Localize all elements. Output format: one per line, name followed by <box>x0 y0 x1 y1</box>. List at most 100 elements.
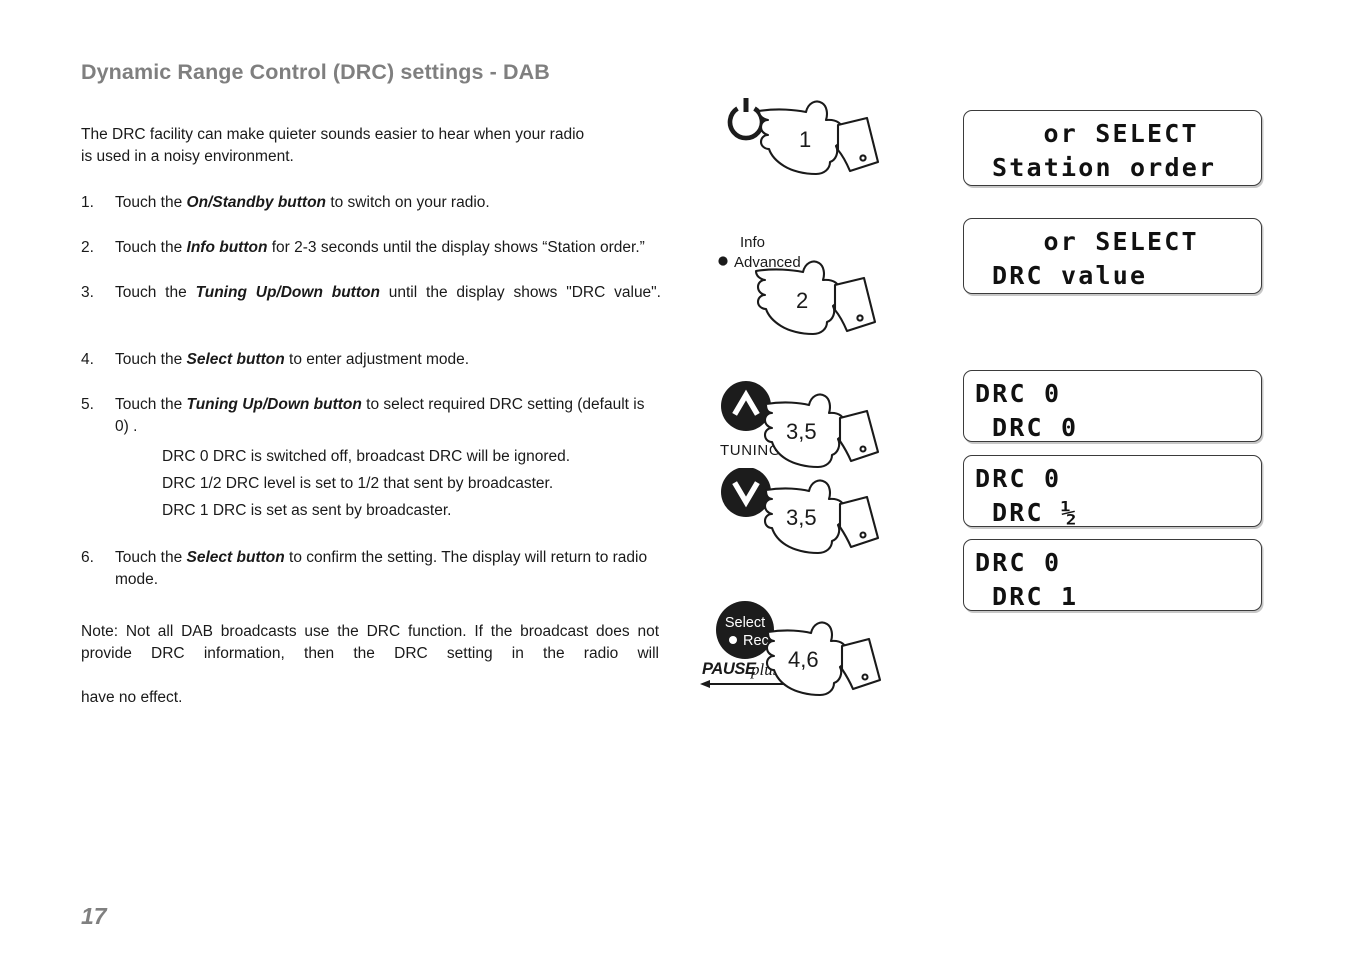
step-bold-2: Info button <box>186 239 268 256</box>
record-dot-icon <box>718 256 728 266</box>
tuning-up-button[interactable] <box>721 381 771 431</box>
step-bold-1: On/Standby button <box>186 194 327 211</box>
step-pre-2: Touch the <box>115 239 187 256</box>
step-item-2: 2. Touch the Info button for 2-3 seconds… <box>81 237 661 259</box>
lcd-display-station-order: or SELECT Station order <box>963 110 1262 186</box>
rec-button-label: Rec <box>743 633 769 649</box>
lcd-line-2: Station order <box>975 151 1250 185</box>
step-bold-4: Select button <box>186 351 285 368</box>
drc-option-list: DRC 0 DRC is switched off, broadcast DRC… <box>115 443 661 524</box>
left-arrow-glyph <box>975 268 992 285</box>
page-number: 17 <box>81 903 107 929</box>
step-item-3: 3. Touch the Tuning Up/Down button until… <box>81 282 661 326</box>
lcd-display-drc-value: or SELECT DRC value <box>963 218 1262 294</box>
lcd-line-1: or SELECT <box>975 117 1250 151</box>
hand-pointing-illustration: 3,5 <box>721 468 880 555</box>
step-number-5: 5. <box>81 396 94 413</box>
step-number-badge: 3,5 <box>786 505 817 530</box>
page-title: Dynamic Range Control (DRC) settings - D… <box>81 60 550 84</box>
left-arrow-icon <box>700 680 788 688</box>
step-item-6: 6. Touch the Select button to confirm th… <box>81 547 661 591</box>
drc-option-0: DRC 0 DRC is switched off, broadcast DRC… <box>162 448 571 465</box>
lcd-line-2: DRC ½ <box>975 496 1250 527</box>
step-number-6: 6. <box>81 549 94 566</box>
step-number-badge: 4,6 <box>788 647 819 672</box>
left-arrow-glyph <box>975 505 992 522</box>
hand-pointing-illustration: TUNING 3,5 <box>720 381 880 469</box>
power-icon <box>727 98 765 141</box>
lcd-line-2-text: DRC value <box>992 261 1148 290</box>
lcd-line-1: DRC 0 <box>975 548 1062 577</box>
hand-pointing-illustration: Select Rec PAUSE plus 4,6 <box>700 601 882 697</box>
hand-pointing-illustration: Info Advanced 2 <box>718 234 877 336</box>
step-pre-1: Touch the <box>115 194 187 211</box>
note-line-2: have no effect. <box>81 689 183 706</box>
step-item-1: 1. Touch the On/Standby button to switch… <box>81 192 661 214</box>
step-bold-5: Tuning Up/Down button <box>186 396 362 413</box>
lcd-line-1: DRC 0 <box>975 464 1062 493</box>
step-text-3: Touch the Tuning Up/Down button until th… <box>115 282 661 326</box>
step-item-5: 5. Touch the Tuning Up/Down button to se… <box>81 394 661 524</box>
left-arrow-glyph <box>975 420 992 437</box>
right-arrow-glyph <box>1233 589 1250 606</box>
up-arrow-glyph <box>975 126 992 143</box>
step-pre-6: Touch the <box>115 549 187 566</box>
step-post-4: to enter adjustment mode. <box>284 351 470 368</box>
note-paragraph: Note: Not all DAB broadcasts use the DRC… <box>81 621 659 709</box>
intro-paragraph: The DRC facility can make quieter sounds… <box>81 124 659 168</box>
step-text-6: Touch the Select button to confirm the s… <box>115 547 661 591</box>
step-text-1: Touch the On/Standby button to switch on… <box>115 192 661 214</box>
up-arrow-glyph <box>975 234 992 251</box>
hand-figure-tuning-up: TUNING 3,5 <box>708 378 883 473</box>
hand-figure-power: 1 <box>726 92 886 192</box>
lcd-display-drc-1: DRC 0 DRC 1 <box>963 539 1262 611</box>
pauseplus-logo-pause: PAUSE <box>702 660 757 678</box>
lcd-line-2-text: Station order <box>992 153 1217 182</box>
step-bold-6: Select button <box>186 549 285 566</box>
step-bold-3: Tuning Up/Down button <box>195 284 380 301</box>
lcd-line-2: DRC 1 <box>975 580 1250 611</box>
step-number-1: 1. <box>81 194 94 211</box>
hand-pointing-illustration: 1 <box>727 98 880 176</box>
left-arrow-glyph <box>975 160 992 177</box>
lcd-line-2: DRC value <box>975 259 1250 293</box>
step-post-2: for 2-3 seconds until the display shows … <box>267 239 645 256</box>
left-arrow-glyph <box>975 589 992 606</box>
lcd-line-2-text: DRC 0 <box>992 413 1079 442</box>
lcd-line-2-text: DRC 1 <box>992 582 1079 611</box>
step-number-3: 3. <box>81 284 94 301</box>
lcd-line-1: or SELECT <box>975 225 1250 259</box>
step-post-3: until the display shows "DRC value". <box>379 284 661 301</box>
step-text-2: Touch the Info button for 2-3 seconds un… <box>115 237 661 259</box>
step-number-badge: 2 <box>796 288 808 313</box>
lcd-line-1-text: or SELECT <box>1026 119 1199 148</box>
instructions-column: The DRC facility can make quieter sounds… <box>81 124 661 725</box>
tuning-down-button[interactable] <box>721 468 771 517</box>
intro-line-1: The DRC facility can make quieter sounds… <box>81 126 585 143</box>
intro-line-2: is used in a noisy environment. <box>81 148 294 165</box>
lcd-line-1: DRC 0 <box>975 379 1062 408</box>
right-arrow-glyph <box>1233 160 1250 177</box>
step-pre-4: Touch the <box>115 351 187 368</box>
step-number-badge: 3,5 <box>786 419 817 444</box>
down-arrow-glyph <box>1009 234 1026 251</box>
record-dot-icon <box>729 636 737 644</box>
select-button-label: Select <box>725 615 765 631</box>
drc-option-1: DRC 1 DRC is set as sent by broadcaster. <box>162 502 452 519</box>
down-arrow-glyph <box>1009 126 1026 143</box>
step-list: 1. Touch the On/Standby button to switch… <box>81 192 661 591</box>
right-arrow-glyph <box>1233 268 1250 285</box>
step-text-5: Touch the Tuning Up/Down button to selec… <box>115 394 661 438</box>
right-arrow-glyph <box>1233 420 1250 437</box>
lcd-line-2-text: DRC ½ <box>992 498 1079 527</box>
step-number-badge: 1 <box>799 127 811 152</box>
step-pre-5: Touch the <box>115 396 187 413</box>
lcd-line-2: DRC 0 <box>975 411 1250 442</box>
note-line-1: Note: Not all DAB broadcasts use the DRC… <box>81 623 659 662</box>
step-post-1: to switch on your radio. <box>326 194 490 211</box>
lcd-line-1-text: or SELECT <box>1026 227 1199 256</box>
step-number-2: 2. <box>81 239 94 256</box>
hand-figure-info: Info Advanced 2 <box>712 230 887 340</box>
lcd-display-drc-half: DRC 0 DRC ½ <box>963 455 1262 527</box>
step-item-4: 4. Touch the Select button to enter adju… <box>81 349 661 371</box>
